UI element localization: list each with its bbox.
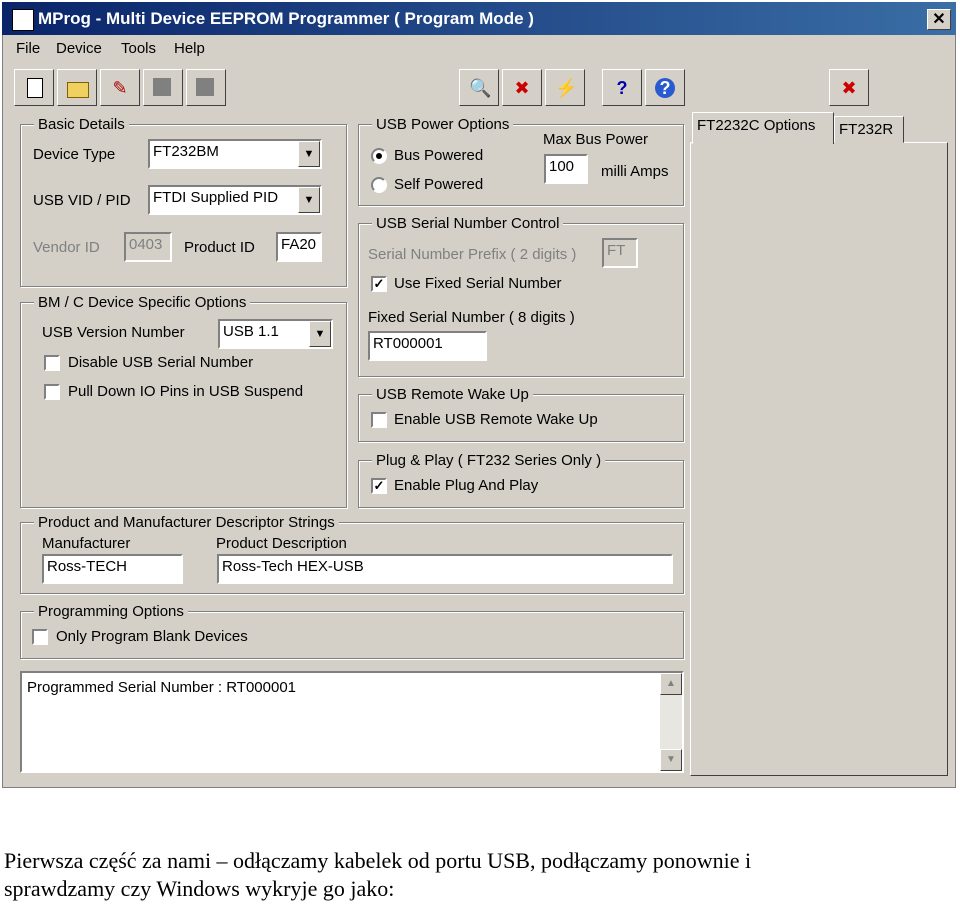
plug-play-label: Enable Plug And Play xyxy=(394,477,539,494)
question-icon: ? xyxy=(616,78,628,98)
open-button[interactable] xyxy=(57,69,97,106)
radio-dot xyxy=(376,153,382,159)
usb-version-select[interactable]: USB 1.1 ▼ xyxy=(218,319,333,349)
blank-devices-checkbox[interactable] xyxy=(32,629,48,645)
chevron-down-icon[interactable]: ▼ xyxy=(309,321,331,347)
close-doc-button[interactable]: ✖ xyxy=(829,69,869,106)
product-description-label: Product Description xyxy=(216,535,347,552)
power-options-legend: USB Power Options xyxy=(372,116,514,133)
pull-down-label: Pull Down IO Pins in USB Suspend xyxy=(68,383,304,400)
self-powered-label: Self Powered xyxy=(394,176,484,193)
remote-wake-label: Enable USB Remote Wake Up xyxy=(394,411,598,428)
product-id-label: Product ID xyxy=(184,239,255,256)
disable-serial-label: Disable USB Serial Number xyxy=(68,354,254,371)
program-button[interactable]: ⚡ xyxy=(545,69,585,106)
tab-panel xyxy=(690,142,948,776)
bmc-options-legend: BM / C Device Specific Options xyxy=(34,294,251,311)
scroll-up-icon[interactable]: ▲ xyxy=(660,673,682,695)
usb-version-label: USB Version Number xyxy=(42,324,185,341)
scan-button[interactable]: 🔍 xyxy=(459,69,499,106)
pull-down-checkbox[interactable] xyxy=(44,384,60,400)
self-powered-radio[interactable] xyxy=(371,177,387,193)
app-icon xyxy=(12,9,34,31)
scrollbar[interactable]: ▲ ▼ xyxy=(660,673,682,771)
tab-ft2232c-options[interactable]: FT2232C Options xyxy=(692,112,834,144)
disabled-icon xyxy=(196,78,214,96)
new-file-icon xyxy=(27,78,43,98)
bus-powered-radio[interactable] xyxy=(371,148,387,164)
edit-button[interactable]: ✎ xyxy=(100,69,140,106)
vid-pid-value: FTDI Supplied PID xyxy=(153,189,279,206)
manufacturer-label: Manufacturer xyxy=(42,535,131,552)
new-button[interactable] xyxy=(14,69,54,106)
use-fixed-serial-checkbox[interactable]: ✓ xyxy=(371,276,387,292)
vendor-id-field[interactable]: 0403 xyxy=(124,232,172,262)
remote-wake-legend: USB Remote Wake Up xyxy=(372,386,533,403)
chevron-down-icon[interactable]: ▼ xyxy=(298,141,320,167)
caption-line-2: sprawdzamy czy Windows wykryje go jako: xyxy=(4,876,395,901)
erase-button[interactable]: ✖ xyxy=(502,69,542,106)
vendor-id-label: Vendor ID xyxy=(33,239,100,256)
menu-tools[interactable]: Tools xyxy=(121,40,156,57)
disable-serial-checkbox[interactable] xyxy=(44,355,60,371)
save-button[interactable] xyxy=(143,69,183,106)
tab-ft232r[interactable]: FT232R xyxy=(834,116,904,143)
blank-devices-label: Only Program Blank Devices xyxy=(56,628,248,645)
log-text: Programmed Serial Number : RT000001 xyxy=(27,679,297,696)
disabled-icon xyxy=(153,78,171,96)
edit-icon: ✎ xyxy=(112,78,128,98)
fixed-serial-label: Fixed Serial Number ( 8 digits ) xyxy=(368,309,575,326)
open-folder-icon xyxy=(67,82,89,98)
bus-powered-label: Bus Powered xyxy=(394,147,484,164)
close-window-icon: ✖ xyxy=(841,78,857,98)
save-as-button[interactable] xyxy=(186,69,226,106)
serial-control-legend: USB Serial Number Control xyxy=(372,215,564,232)
remote-wake-checkbox[interactable] xyxy=(371,412,387,428)
max-bus-power-label: Max Bus Power xyxy=(543,131,649,148)
search-icon: 🔍 xyxy=(469,78,492,98)
vid-pid-select[interactable]: FTDI Supplied PID ▼ xyxy=(148,185,322,215)
descriptor-strings-legend: Product and Manufacturer Descriptor Stri… xyxy=(34,514,339,531)
basic-details-legend: Basic Details xyxy=(34,116,129,133)
erase-icon: ✖ xyxy=(514,78,530,98)
device-type-select[interactable]: FT232BM ▼ xyxy=(148,139,322,169)
milli-amps-label: milli Amps xyxy=(601,163,669,180)
usb-version-value: USB 1.1 xyxy=(223,323,279,340)
serial-prefix-label: Serial Number Prefix ( 2 digits ) xyxy=(368,246,577,263)
fixed-serial-field[interactable]: RT000001 xyxy=(368,331,487,361)
programming-options-legend: Programming Options xyxy=(34,603,188,620)
log-output[interactable]: Programmed Serial Number : RT000001 ▲ ▼ xyxy=(20,671,684,773)
vid-pid-label: USB VID / PID xyxy=(33,192,131,209)
menu-file[interactable]: File xyxy=(16,40,40,57)
menu-device[interactable]: Device xyxy=(56,40,102,57)
scroll-down-icon[interactable]: ▼ xyxy=(660,749,682,771)
close-button[interactable]: ✕ xyxy=(927,9,951,30)
manufacturer-field[interactable]: Ross-TECH xyxy=(42,554,183,584)
lightning-icon: ⚡ xyxy=(555,78,578,98)
about-button[interactable]: ? xyxy=(645,69,685,106)
title-bar: MProg - Multi Device EEPROM Programmer (… xyxy=(2,2,956,35)
menu-help[interactable]: Help xyxy=(174,40,205,57)
plug-play-legend: Plug & Play ( FT232 Series Only ) xyxy=(372,452,606,469)
product-description-field[interactable]: Ross-Tech HEX-USB xyxy=(217,554,673,584)
max-bus-power-field[interactable]: 100 xyxy=(544,154,588,184)
serial-prefix-field[interactable]: FT xyxy=(602,238,638,268)
device-type-label: Device Type xyxy=(33,146,116,163)
help-button[interactable]: ? xyxy=(602,69,642,106)
plug-play-checkbox[interactable]: ✓ xyxy=(371,478,387,494)
product-id-field[interactable]: FA20 xyxy=(276,232,322,262)
caption-line-1: Pierwsza część za nami – odłączamy kabel… xyxy=(4,848,752,873)
use-fixed-serial-label: Use Fixed Serial Number xyxy=(394,275,562,292)
window-title: MProg - Multi Device EEPROM Programmer (… xyxy=(38,9,534,28)
device-type-value: FT232BM xyxy=(153,143,219,160)
info-icon: ? xyxy=(655,78,675,98)
chevron-down-icon[interactable]: ▼ xyxy=(298,187,320,213)
